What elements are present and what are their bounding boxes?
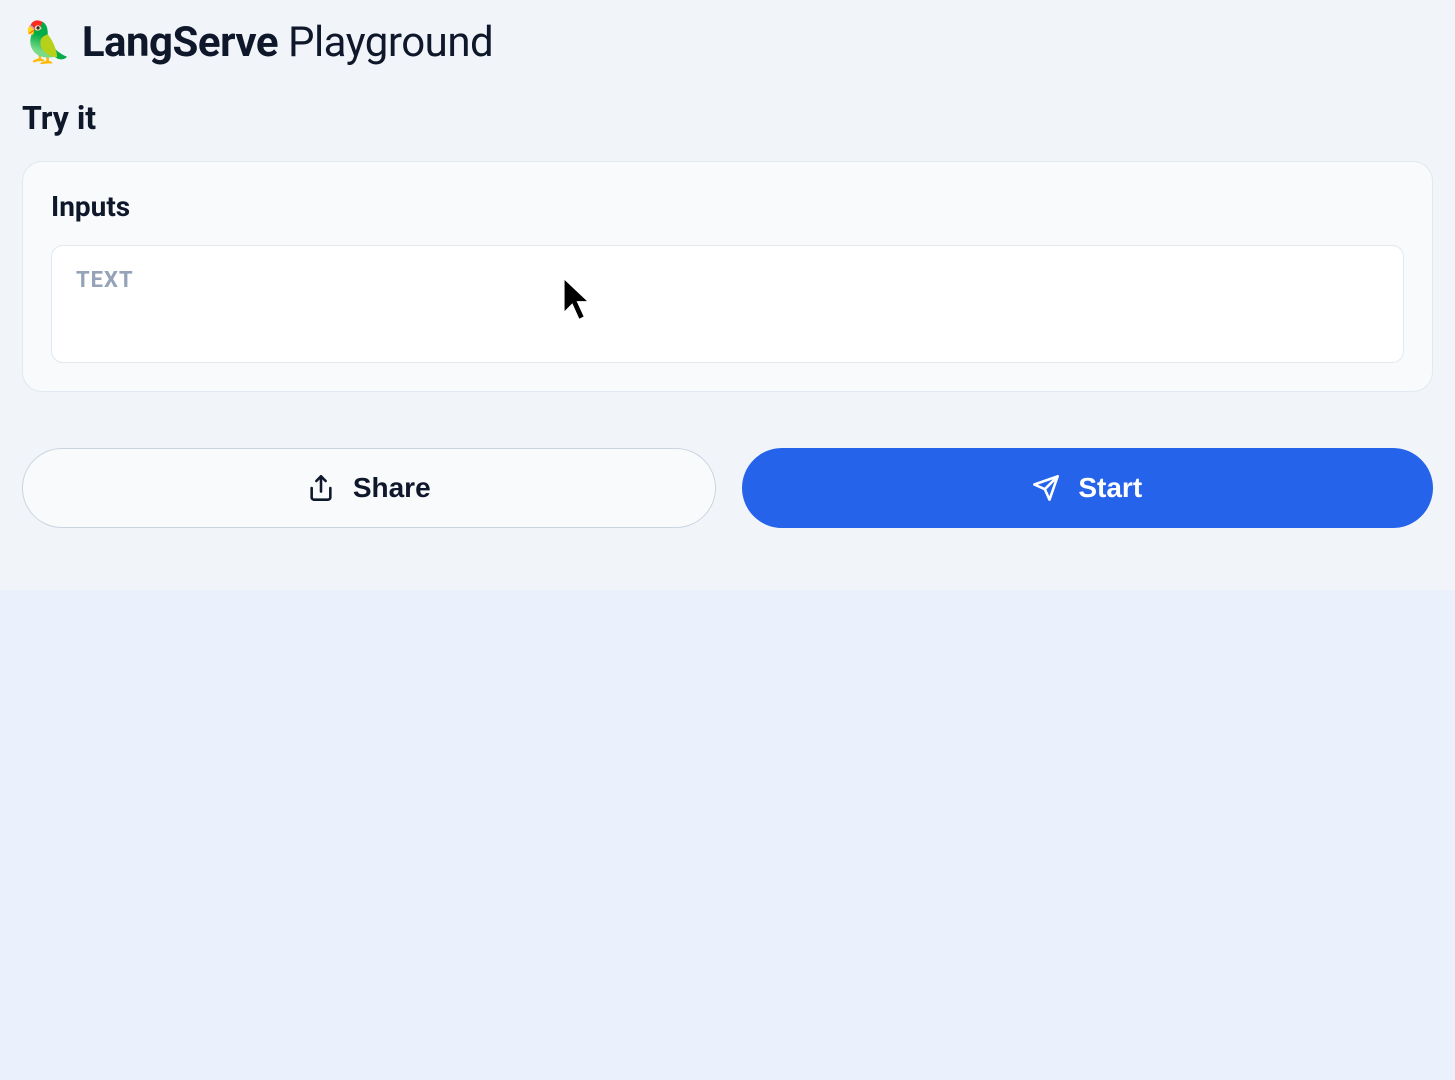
send-icon: [1032, 474, 1060, 502]
main-content: 🦜 LangServe Playground Try it Inputs TEX…: [0, 0, 1455, 590]
title-light-part: Playground: [288, 18, 493, 67]
page-header: 🦜 LangServe Playground: [22, 18, 1433, 67]
button-row: Share Start: [22, 448, 1433, 528]
inputs-card-title: Inputs: [51, 190, 1404, 223]
share-icon: [307, 474, 335, 502]
share-button[interactable]: Share: [22, 448, 716, 528]
start-button-label: Start: [1078, 472, 1142, 504]
lower-region: [0, 590, 1455, 1080]
share-button-label: Share: [353, 472, 431, 504]
text-input[interactable]: TEXT: [51, 245, 1404, 363]
section-label: Try it: [22, 99, 1433, 137]
inputs-card: Inputs TEXT: [22, 161, 1433, 392]
parrot-icon: 🦜: [22, 23, 72, 63]
title-bold-part: LangServe: [82, 18, 278, 67]
text-input-label: TEXT: [76, 268, 1379, 293]
page-title: LangServe Playground: [82, 18, 493, 67]
start-button[interactable]: Start: [742, 448, 1434, 528]
